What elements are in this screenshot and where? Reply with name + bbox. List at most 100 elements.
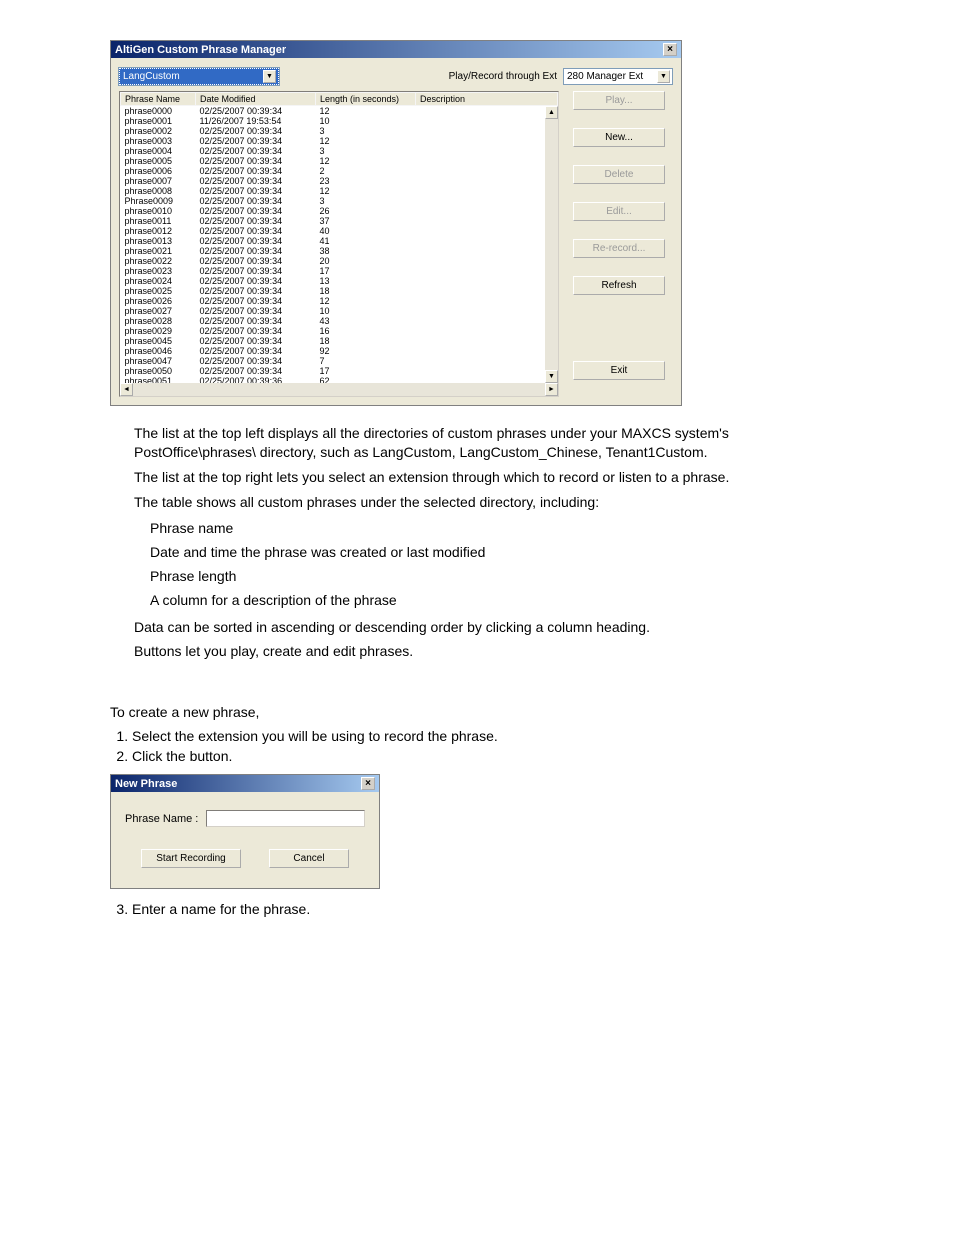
scroll-left-icon[interactable]: ◄ <box>120 383 133 396</box>
extension-dropdown[interactable]: 280 Manager Ext ▼ <box>563 68 673 85</box>
table-cell: 11/26/2007 19:53:54 <box>196 116 316 126</box>
rerecord-button[interactable]: Re-record... <box>573 239 665 258</box>
table-cell: phrase0011 <box>121 216 196 226</box>
table-cell: phrase0000 <box>121 106 196 117</box>
table-row[interactable]: phrase001102/25/2007 00:39:3437 <box>121 216 558 226</box>
table-row[interactable]: phrase002402/25/2007 00:39:3413 <box>121 276 558 286</box>
table-cell: 02/25/2007 00:39:34 <box>196 246 316 256</box>
new-button[interactable]: New... <box>573 128 665 147</box>
delete-button[interactable]: Delete <box>573 165 665 184</box>
table-cell: phrase0046 <box>121 346 196 356</box>
table-cell: 92 <box>316 346 416 356</box>
refresh-button[interactable]: Refresh <box>573 276 665 295</box>
table-row[interactable]: phrase002802/25/2007 00:39:3443 <box>121 316 558 326</box>
table-cell: 10 <box>316 306 416 316</box>
table-row[interactable]: phrase002202/25/2007 00:39:3420 <box>121 256 558 266</box>
chevron-down-icon[interactable]: ▼ <box>263 70 276 83</box>
table-cell: phrase0007 <box>121 176 196 186</box>
table-cell: 02/25/2007 00:39:34 <box>196 356 316 366</box>
table-row[interactable]: phrase002602/25/2007 00:39:3412 <box>121 296 558 306</box>
ext-label: Play/Record through Ext <box>449 71 557 82</box>
table-cell: phrase0023 <box>121 266 196 276</box>
phrase-table[interactable]: Phrase Name Date Modified Length (in sec… <box>120 92 558 396</box>
table-row[interactable]: Phrase000902/25/2007 00:39:343 <box>121 196 558 206</box>
table-cell: phrase0010 <box>121 206 196 216</box>
numbered-list: Enter a name for the phrase. <box>110 901 954 917</box>
table-row[interactable]: phrase002502/25/2007 00:39:3418 <box>121 286 558 296</box>
table-row[interactable]: phrase001202/25/2007 00:39:3440 <box>121 226 558 236</box>
col-description[interactable]: Description <box>416 93 558 106</box>
col-phrase-name[interactable]: Phrase Name <box>121 93 196 106</box>
table-cell <box>416 186 558 196</box>
table-row[interactable]: phrase000202/25/2007 00:39:343 <box>121 126 558 136</box>
table-row[interactable]: phrase004602/25/2007 00:39:3492 <box>121 346 558 356</box>
phrase-name-input[interactable] <box>206 810 365 827</box>
table-cell <box>416 106 558 117</box>
new-phrase-dialog: New Phrase × Phrase Name : Start Recordi… <box>110 774 380 889</box>
table-cell: 02/25/2007 00:39:34 <box>196 336 316 346</box>
table-cell: 2 <box>316 166 416 176</box>
table-cell <box>416 136 558 146</box>
col-date-modified[interactable]: Date Modified <box>196 93 316 106</box>
vertical-scrollbar[interactable]: ▲ ▼ <box>545 106 558 383</box>
table-cell: phrase0001 <box>121 116 196 126</box>
window-titlebar: AltiGen Custom Phrase Manager × <box>111 41 681 58</box>
scroll-right-icon[interactable]: ► <box>545 383 558 396</box>
table-cell <box>416 176 558 186</box>
table-row[interactable]: phrase000702/25/2007 00:39:3423 <box>121 176 558 186</box>
cancel-button[interactable]: Cancel <box>269 849 349 868</box>
table-row[interactable]: phrase002902/25/2007 00:39:3416 <box>121 326 558 336</box>
paragraph: The list at the top right lets you selec… <box>110 468 850 487</box>
table-row[interactable]: phrase002702/25/2007 00:39:3410 <box>121 306 558 316</box>
table-row[interactable]: phrase000602/25/2007 00:39:342 <box>121 166 558 176</box>
table-cell: phrase0003 <box>121 136 196 146</box>
table-row[interactable]: phrase000302/25/2007 00:39:3412 <box>121 136 558 146</box>
table-row[interactable]: phrase001302/25/2007 00:39:3441 <box>121 236 558 246</box>
edit-button[interactable]: Edit... <box>573 202 665 221</box>
scroll-up-icon[interactable]: ▲ <box>545 106 558 119</box>
start-recording-button[interactable]: Start Recording <box>141 849 241 868</box>
play-button[interactable]: Play... <box>573 91 665 110</box>
table-row[interactable]: phrase000402/25/2007 00:39:343 <box>121 146 558 156</box>
table-cell: phrase0050 <box>121 366 196 376</box>
scroll-down-icon[interactable]: ▼ <box>545 370 558 383</box>
table-cell: phrase0047 <box>121 356 196 366</box>
table-header-row[interactable]: Phrase Name Date Modified Length (in sec… <box>121 93 558 106</box>
table-cell: phrase0005 <box>121 156 196 166</box>
table-cell: 02/25/2007 00:39:34 <box>196 226 316 236</box>
table-cell: 02/25/2007 00:39:34 <box>196 306 316 316</box>
dialog-titlebar: New Phrase × <box>111 775 379 792</box>
table-row[interactable]: phrase005002/25/2007 00:39:3417 <box>121 366 558 376</box>
table-cell <box>416 346 558 356</box>
table-cell <box>416 296 558 306</box>
table-row[interactable]: phrase000111/26/2007 19:53:5410 <box>121 116 558 126</box>
table-row[interactable]: phrase000002/25/2007 00:39:3412 <box>121 106 558 117</box>
table-row[interactable]: phrase000502/25/2007 00:39:3412 <box>121 156 558 166</box>
table-row[interactable]: phrase002102/25/2007 00:39:3438 <box>121 246 558 256</box>
table-row[interactable]: phrase000802/25/2007 00:39:3412 <box>121 186 558 196</box>
table-row[interactable]: phrase004502/25/2007 00:39:3418 <box>121 336 558 346</box>
table-cell: 3 <box>316 146 416 156</box>
table-cell: 12 <box>316 186 416 196</box>
table-cell: 13 <box>316 276 416 286</box>
table-cell: phrase0008 <box>121 186 196 196</box>
chevron-down-icon[interactable]: ▼ <box>657 70 670 83</box>
paragraph: To create a new phrase, <box>110 703 850 722</box>
table-cell: 02/25/2007 00:39:34 <box>196 326 316 336</box>
close-icon[interactable]: × <box>361 777 375 790</box>
table-cell <box>416 306 558 316</box>
table-row[interactable]: phrase004702/25/2007 00:39:347 <box>121 356 558 366</box>
table-row[interactable]: phrase001002/25/2007 00:39:3426 <box>121 206 558 216</box>
table-cell: 12 <box>316 136 416 146</box>
table-cell: 02/25/2007 00:39:34 <box>196 296 316 306</box>
close-icon[interactable]: × <box>663 43 677 56</box>
numbered-list: Select the extension you will be using t… <box>110 728 954 764</box>
table-row[interactable]: phrase002302/25/2007 00:39:3417 <box>121 266 558 276</box>
col-length[interactable]: Length (in seconds) <box>316 93 416 106</box>
table-cell <box>416 156 558 166</box>
table-cell: 7 <box>316 356 416 366</box>
table-cell: 02/25/2007 00:39:34 <box>196 316 316 326</box>
exit-button[interactable]: Exit <box>573 361 665 380</box>
horizontal-scrollbar[interactable]: ◄ ► <box>120 383 558 396</box>
directory-dropdown[interactable]: LangCustom ▼ <box>119 68 279 85</box>
